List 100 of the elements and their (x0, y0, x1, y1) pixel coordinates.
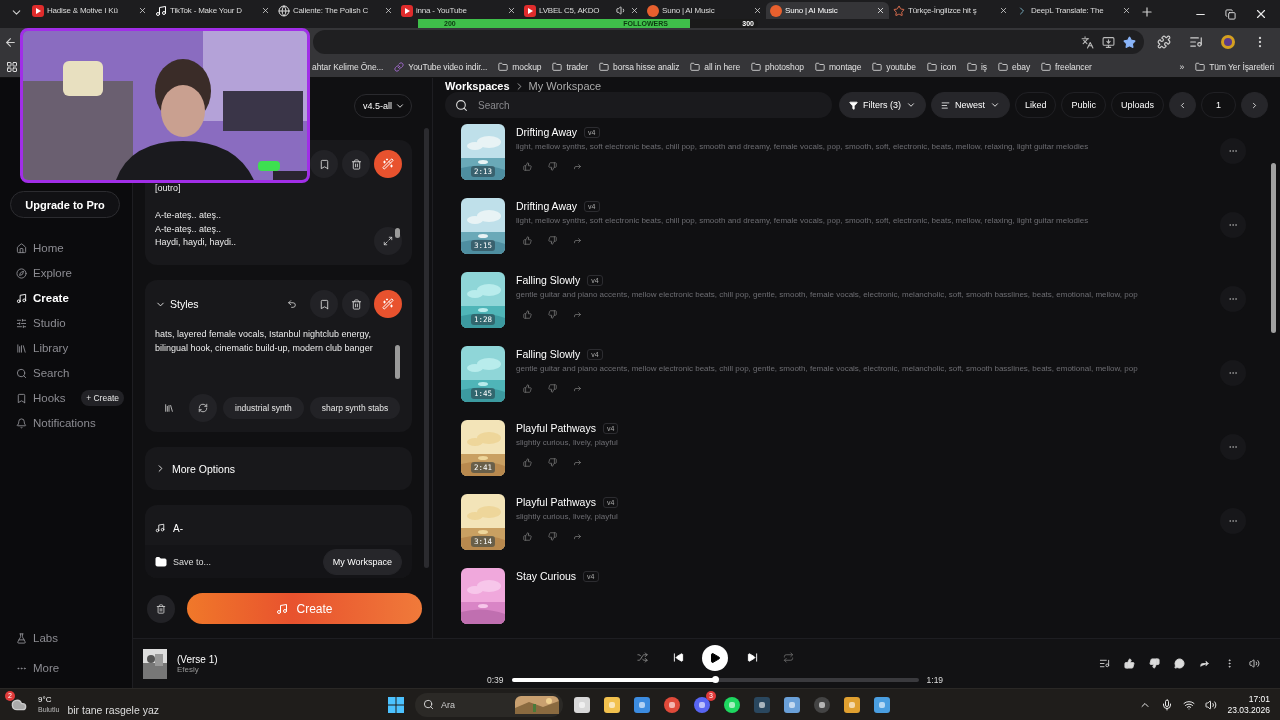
close-icon[interactable] (1254, 7, 1268, 21)
all-bookmarks[interactable]: Tüm Yer İşaretleri (1195, 61, 1274, 72)
folder-icon (814, 61, 825, 72)
browser-tab[interactable]: Türkçe-İngilizce hit ş (889, 2, 1012, 19)
more-options-card[interactable]: More Options (145, 447, 412, 490)
styles-field[interactable]: hats, layered female vocals, Istanbul nightclub energy, bilingual hook, cinematic build-up, modern club banger (155, 328, 402, 388)
model-dropdown[interactable]: v4.5-all (354, 93, 412, 118)
clock-time[interactable]: 17:01 (1248, 693, 1270, 705)
song-title[interactable]: Playful Pathways (516, 422, 596, 434)
clock-date[interactable]: 23.03.2026 (1227, 704, 1270, 716)
play-button[interactable] (702, 644, 729, 671)
browser-tab[interactable]: Suno | AI Music (766, 2, 889, 19)
track-title[interactable]: (Verse 1) (177, 653, 477, 665)
bookmark[interactable]: YouTube video indir... (394, 61, 488, 72)
nav-item[interactable]: Explore (10, 263, 124, 283)
bookmark[interactable]: iş (967, 61, 987, 72)
volume-icon[interactable] (1205, 698, 1218, 711)
taskbar-search-field[interactable]: Ara (415, 692, 564, 717)
network-icon[interactable] (1183, 698, 1196, 711)
nav-item[interactable]: Labs (10, 628, 124, 648)
song-title[interactable]: Stay Curious (516, 570, 577, 582)
search-bar[interactable]: Search (445, 92, 832, 118)
filter-icon (848, 100, 858, 110)
bookmark[interactable]: photoshop (751, 61, 804, 72)
bookmark[interactable]: trader (552, 61, 589, 72)
nav-item[interactable]: Search (10, 363, 124, 383)
nav-item[interactable]: Studio (10, 313, 124, 333)
apps-icon[interactable] (6, 60, 18, 73)
bookmark-icon[interactable] (310, 290, 338, 318)
upgrade-button[interactable]: Upgrade to Pro (10, 191, 120, 218)
style-tag[interactable]: industrial synth (223, 397, 304, 419)
close-icon[interactable] (999, 6, 1008, 15)
artist-name[interactable]: Efesly (177, 664, 477, 674)
magic-wand-icon[interactable] (374, 150, 402, 178)
search-input[interactable]: Search (476, 98, 822, 112)
filters-dropdown[interactable]: Filters (3) (838, 92, 926, 118)
sort-dropdown[interactable]: Newest (930, 92, 1010, 118)
folder-icon (599, 61, 610, 72)
bookmark[interactable]: mockup (498, 61, 542, 72)
folder-icon (1041, 61, 1052, 72)
progress-slider[interactable] (511, 677, 919, 682)
browser-tab[interactable]: TikTok - Make Your D (151, 2, 274, 19)
song-title[interactable]: Falling Slowly (516, 274, 581, 286)
close-icon[interactable] (630, 6, 639, 15)
more-bookmarks[interactable]: » (1179, 61, 1185, 72)
bookmark[interactable]: freelancer (1041, 61, 1092, 72)
browser-tab[interactable]: inna - YouTube (397, 2, 520, 19)
translate-icon[interactable] (1081, 35, 1094, 49)
browser-tab[interactable]: Hadise & Motive I Kü (28, 2, 151, 19)
close-icon[interactable] (753, 6, 762, 15)
youtube-play-icon (401, 4, 413, 17)
bookmark[interactable]: ebay (998, 61, 1031, 72)
style-tag[interactable]: sharp synth stabs (309, 397, 401, 419)
browser-tab[interactable]: Suno | AI Music (643, 2, 766, 19)
workspace-button[interactable]: My Workspace (322, 548, 402, 575)
trash-icon[interactable] (342, 150, 370, 178)
trash-icon[interactable] (147, 594, 175, 623)
song-title[interactable]: Falling Slowly (516, 348, 581, 360)
magic-wand-icon[interactable] (374, 290, 402, 318)
back-icon[interactable] (3, 35, 17, 49)
close-icon[interactable] (384, 6, 393, 15)
restore-icon[interactable] (1225, 8, 1236, 20)
create-hook-button[interactable]: + Create (81, 390, 124, 406)
close-icon[interactable] (507, 6, 516, 15)
bookmark-icon[interactable] (310, 150, 338, 178)
bookmark[interactable]: icon (926, 61, 957, 72)
microphone-icon[interactable] (1161, 698, 1174, 711)
nav-item[interactable]: Notifications (10, 413, 124, 433)
browser-tab[interactable]: Caliente: The Polish C (274, 2, 397, 19)
song-title[interactable]: Drifting Away (516, 200, 578, 212)
lyrics-text[interactable]: [outro] A-te-ateş.. ateş.. A-te-ateş.. ateş.. Haydi, haydi, haydi.. (155, 182, 402, 250)
nav-icon (16, 392, 27, 404)
browser-tab[interactable]: LVBEL C5, AKDO (520, 2, 643, 19)
music-note-icon (155, 523, 165, 533)
nav-item[interactable]: Library (10, 338, 124, 358)
refresh-icon[interactable] (189, 394, 217, 422)
breadcrumb-link[interactable]: Workspaces (445, 80, 510, 92)
song-title-field[interactable]: A- (145, 505, 412, 545)
trash-icon[interactable] (342, 290, 370, 318)
song-title[interactable]: Playful Pathways (516, 496, 596, 508)
bookmark[interactable]: all in here (690, 61, 741, 72)
bookmark[interactable]: montage (814, 61, 862, 72)
bookmark-star-icon[interactable] (1123, 35, 1136, 49)
bookmark[interactable]: youtube (872, 61, 916, 72)
bookmark[interactable]: borsa hisse analiz (599, 61, 680, 72)
close-icon[interactable] (261, 6, 270, 15)
bookmark[interactable]: ahtar Kelime Öne... (312, 61, 384, 72)
expand-icon[interactable] (374, 227, 402, 255)
song-title[interactable]: Drifting Away (516, 126, 578, 138)
install-icon[interactable] (1102, 35, 1115, 49)
nav-item[interactable]: Hooks + Create (10, 388, 124, 408)
create-button[interactable]: Create (187, 593, 422, 624)
close-icon[interactable] (1122, 6, 1131, 15)
nav-item[interactable]: Home (10, 238, 124, 258)
browser-tab[interactable]: DeepL Translate: The (1012, 2, 1135, 19)
nav-item[interactable]: More (10, 658, 124, 678)
close-icon[interactable] (138, 6, 147, 15)
folder-icon (690, 61, 701, 72)
nav-item[interactable]: Create (10, 288, 124, 308)
slider-thumb[interactable] (712, 676, 720, 683)
